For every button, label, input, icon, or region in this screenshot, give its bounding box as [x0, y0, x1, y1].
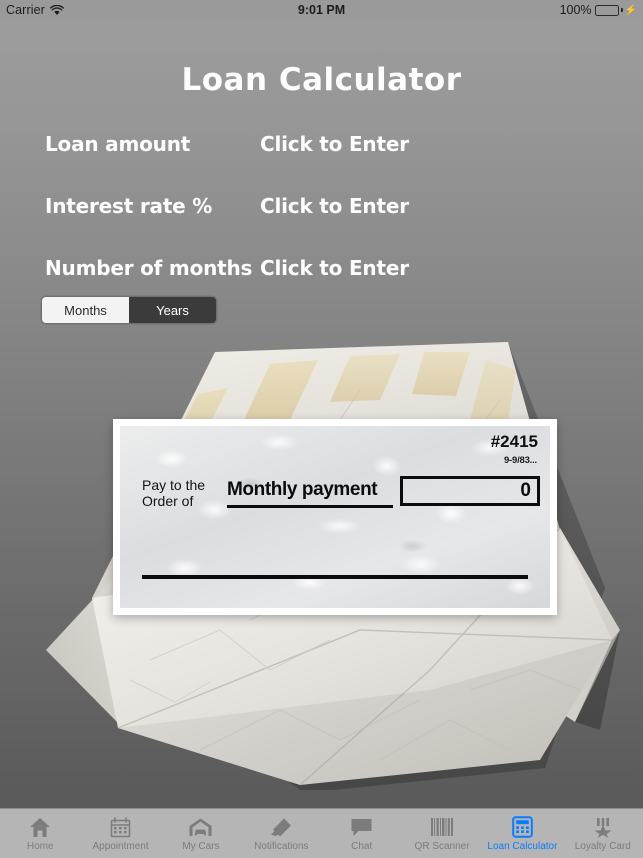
garage-car-icon — [188, 815, 213, 839]
payee-label: Monthly payment — [227, 479, 378, 500]
tab-qr-scanner[interactable]: QR Scanner — [402, 809, 482, 858]
barcode-icon — [430, 815, 454, 839]
loan-amount-label: Loan amount — [45, 132, 191, 156]
tab-chat[interactable]: Chat — [322, 809, 402, 858]
segment-months[interactable]: Months — [42, 297, 129, 323]
carrier-label: Carrier — [6, 3, 45, 17]
routing-fraction: 9-9/83... — [503, 455, 537, 466]
tab-label-appointment: Appointment — [92, 841, 149, 852]
check-face: #2415 9-9/83... Pay to the Order of Mont… — [120, 426, 550, 608]
tab-label-home: Home — [26, 841, 54, 852]
battery-percent-label: 100% — [559, 3, 592, 17]
number-of-months-label: Number of months — [45, 256, 253, 280]
calendar-icon — [110, 815, 131, 839]
signature-line — [142, 575, 528, 579]
wifi-icon — [49, 4, 64, 16]
pay-to-the-order-of-label: Pay to the Order of — [142, 477, 205, 509]
monthly-payment-amount: 0 — [520, 480, 531, 501]
tab-home[interactable]: Home — [0, 809, 80, 858]
tab-notifications[interactable]: Notifications — [241, 809, 321, 858]
pay-to-line-1: Pay to the — [142, 477, 206, 493]
check-card: #2415 9-9/83... Pay to the Order of Mont… — [113, 419, 557, 615]
calculator-icon — [512, 815, 533, 839]
bottom-tab-bar: Home Appointment My Cars Notifications C… — [0, 808, 643, 858]
segment-years[interactable]: Years — [129, 297, 216, 323]
tab-label-loan-calculator: Loan Calculator — [487, 841, 558, 852]
tab-label-chat: Chat — [351, 841, 373, 852]
status-bar-clock: 9:01 PM — [297, 3, 346, 17]
tab-my-cars[interactable]: My Cars — [161, 809, 241, 858]
chat-bubble-icon — [350, 815, 373, 839]
form-row-loan-amount: Loan amount Click to Enter — [0, 129, 643, 159]
lightning-bolt-icon: ⚡ — [624, 4, 637, 16]
status-bar: Carrier 9:01 PM 100% ⚡ — [0, 0, 643, 20]
loan-amount-input[interactable]: Click to Enter — [260, 132, 409, 156]
status-bar-right: 100% ⚡ — [560, 3, 637, 17]
battery-cap — [620, 8, 623, 12]
battery-full-icon — [594, 4, 619, 16]
number-of-months-input[interactable]: Click to Enter — [260, 256, 409, 280]
tab-loan-calculator[interactable]: Loan Calculator — [482, 809, 562, 858]
interest-rate-input[interactable]: Click to Enter — [260, 194, 409, 218]
tab-label-my-cars: My Cars — [182, 841, 220, 852]
home-icon — [29, 815, 51, 839]
payee-field[interactable]: Monthly payment — [227, 479, 393, 508]
envelope-check-artwork: #2415 9-9/83... Pay to the Order of Mont… — [0, 330, 643, 790]
monthly-payment-amount-box[interactable]: 0 — [400, 476, 540, 506]
medal-star-icon — [592, 815, 614, 839]
tab-label-qr-scanner: QR Scanner — [414, 841, 470, 852]
pay-to-line-2: Order of — [142, 493, 194, 509]
status-bar-left: Carrier — [6, 3, 64, 17]
tab-label-notifications: Notifications — [254, 841, 309, 852]
page-title: Loan Calculator — [181, 62, 462, 98]
period-segmented-control[interactable]: Months Years — [41, 296, 217, 324]
tab-appointment[interactable]: Appointment — [80, 809, 160, 858]
megaphone-icon — [269, 815, 293, 839]
tab-label-loyalty-card: Loyalty Card — [574, 841, 631, 852]
form-row-interest-rate: Interest rate % Click to Enter — [0, 191, 643, 221]
form-row-number-of-months: Number of months Click to Enter — [0, 253, 643, 283]
tab-loyalty-card[interactable]: Loyalty Card — [563, 809, 643, 858]
interest-rate-label: Interest rate % — [45, 194, 213, 218]
check-number: #2415 — [490, 432, 538, 451]
